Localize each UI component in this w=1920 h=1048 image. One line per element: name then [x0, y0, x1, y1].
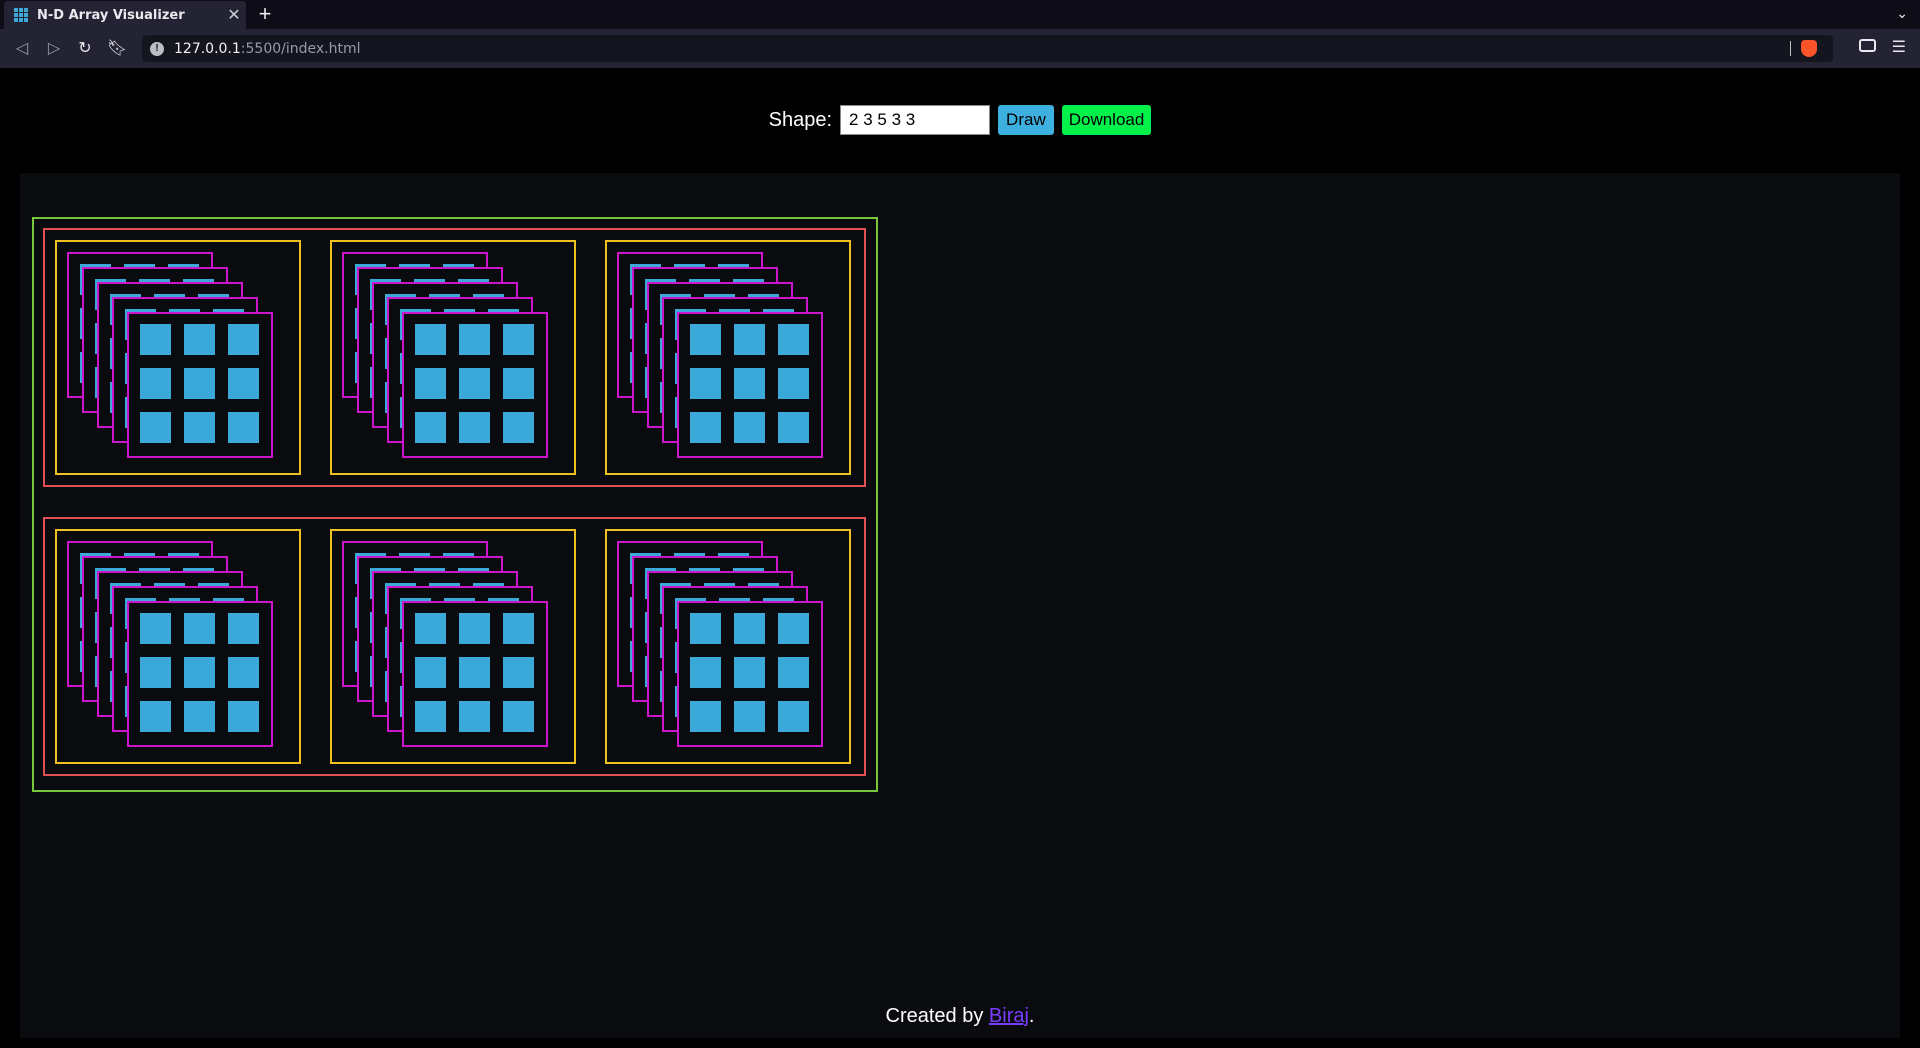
array-visualization — [32, 217, 878, 792]
reload-icon[interactable]: ↻ — [74, 38, 96, 60]
array-cell — [459, 412, 490, 443]
array-cell — [184, 412, 215, 443]
array-cell — [503, 324, 534, 355]
download-button[interactable]: Download — [1061, 105, 1152, 135]
author-link[interactable]: Biraj — [989, 1005, 1029, 1027]
site-info-icon[interactable]: ! — [150, 41, 164, 56]
array-cell — [690, 368, 721, 399]
array-cell — [734, 701, 765, 732]
array-cell — [778, 657, 809, 688]
array-cell — [459, 324, 490, 355]
page-content: Shape: Draw Download Created by Biraj. — [0, 68, 1920, 1048]
array-cell — [415, 368, 446, 399]
array-cell — [140, 324, 171, 355]
array-cell — [140, 412, 171, 443]
array-cell — [184, 701, 215, 732]
array-cell — [184, 368, 215, 399]
array-cell — [734, 412, 765, 443]
url-host: 127.0.0.1 — [174, 40, 241, 57]
array-cell — [459, 613, 490, 644]
footer-suffix: . — [1028, 1005, 1035, 1027]
shape-input[interactable] — [840, 105, 991, 135]
array-cell — [415, 613, 446, 644]
array-cell — [734, 368, 765, 399]
forward-icon[interactable]: ▷ — [43, 38, 65, 60]
array-cell — [184, 657, 215, 688]
array-cell — [734, 613, 765, 644]
array-cell — [690, 412, 721, 443]
address-bar[interactable]: ! 127.0.0.1:5500/index.html — [142, 35, 1833, 62]
array-cell — [459, 368, 490, 399]
array-cell — [503, 613, 534, 644]
browser-toolbar: ◁ ▷ ↻ 🔖︎ ! 127.0.0.1:5500/index.html ☰ — [0, 29, 1920, 68]
footer: Created by Biraj. — [0, 1005, 1920, 1028]
tab-close-icon[interactable]: ✕ — [222, 5, 246, 25]
draw-button[interactable]: Draw — [998, 105, 1054, 135]
array-cell — [415, 657, 446, 688]
array-cell — [778, 412, 809, 443]
array-cell — [690, 324, 721, 355]
wallet-icon[interactable] — [1859, 39, 1876, 52]
brave-shield-icon[interactable] — [1801, 40, 1817, 57]
array-cell — [140, 701, 171, 732]
array-cell — [734, 324, 765, 355]
array-cell — [734, 657, 765, 688]
tab-bar: N-D Array Visualizer ✕ + ⌄ — [0, 0, 1920, 29]
array-cell — [690, 613, 721, 644]
array-cell — [228, 657, 259, 688]
visualization-canvas — [20, 173, 1900, 1038]
array-cell — [415, 701, 446, 732]
array-cell — [184, 613, 215, 644]
array-cell — [778, 613, 809, 644]
array-cell — [228, 368, 259, 399]
array-cell — [459, 701, 490, 732]
url-divider — [1790, 41, 1791, 56]
footer-prefix: Created by — [885, 1005, 989, 1027]
array-cell — [140, 657, 171, 688]
grid-favicon-icon — [14, 8, 28, 22]
array-cell — [228, 324, 259, 355]
controls-row: Shape: Draw Download — [0, 105, 1920, 135]
array-cell — [503, 368, 534, 399]
array-cell — [690, 657, 721, 688]
tab-list-chevron-icon[interactable]: ⌄ — [1896, 5, 1908, 22]
array-cell — [778, 324, 809, 355]
shape-label: Shape: — [768, 108, 833, 131]
array-cell — [690, 701, 721, 732]
array-cell — [459, 657, 490, 688]
array-cell — [140, 613, 171, 644]
array-cell — [140, 368, 171, 399]
menu-icon[interactable]: ☰ — [1892, 37, 1906, 57]
new-tab-button[interactable]: + — [254, 3, 276, 25]
array-cell — [778, 368, 809, 399]
array-cell — [184, 324, 215, 355]
browser-tab[interactable]: N-D Array Visualizer ✕ — [4, 1, 246, 29]
array-cell — [503, 657, 534, 688]
array-cell — [415, 324, 446, 355]
array-cell — [415, 412, 446, 443]
back-icon[interactable]: ◁ — [11, 38, 33, 60]
array-cell — [228, 613, 259, 644]
array-cell — [778, 701, 809, 732]
url-path: :5500/index.html — [240, 40, 361, 57]
bookmark-icon[interactable]: 🔖︎ — [106, 38, 128, 60]
tab-title: N-D Array Visualizer — [37, 7, 185, 23]
array-cell — [228, 701, 259, 732]
array-cell — [503, 412, 534, 443]
array-cell — [228, 412, 259, 443]
array-cell — [503, 701, 534, 732]
